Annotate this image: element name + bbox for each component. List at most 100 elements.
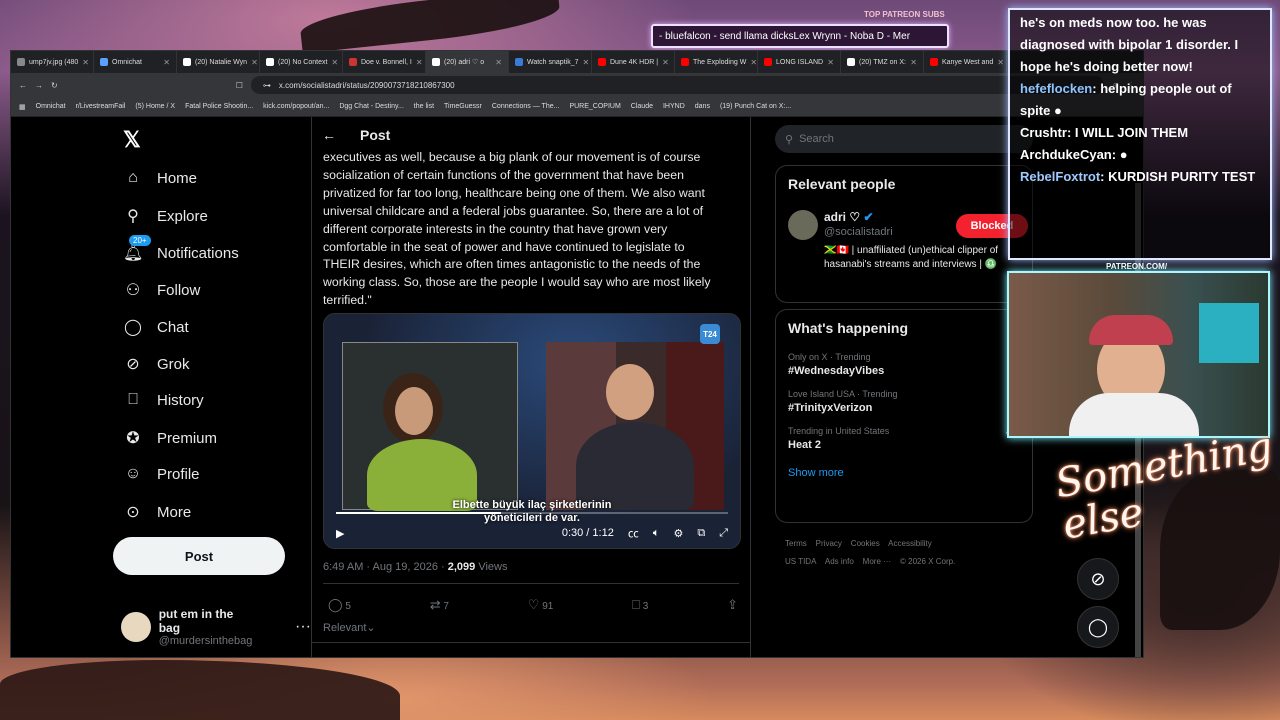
like-button[interactable]: ♡ 91 xyxy=(528,597,554,613)
browser-tab[interactable]: LONG ISLAND ✕ xyxy=(758,51,841,73)
nav-explore[interactable]: ⚲ Explore xyxy=(123,206,208,226)
nav-home[interactable]: ⌂ Home xyxy=(123,169,197,187)
bookmark-item[interactable]: Connections — The... xyxy=(492,103,560,110)
close-icon[interactable]: ✕ xyxy=(251,58,258,67)
pip-icon[interactable]: ⧉ xyxy=(697,527,705,540)
trend-item[interactable]: Only on X · Trending #WednesdayVibes xyxy=(776,346,1032,383)
footer-link[interactable]: US TIDA xyxy=(785,557,816,566)
bookmark-icon[interactable]: ☐ xyxy=(236,81,243,90)
trend-item[interactable]: Love Island USA · Trending #TrinityxVeriz… xyxy=(776,383,1032,420)
patreon-ticker: - bluefalcon - send llama dicksLex Wrynn… xyxy=(651,24,949,48)
back-arrow-icon[interactable]: ← xyxy=(322,127,336,143)
bookmark-item[interactable]: the list xyxy=(414,103,434,110)
post-button[interactable]: Post xyxy=(113,537,285,575)
trend-item[interactable]: Trending in United StatesHeat 2··· xyxy=(776,420,1032,457)
fullscreen-icon[interactable]: ⤢ xyxy=(719,527,728,540)
reload-icon[interactable]: ↻ xyxy=(51,81,58,90)
browser-tab[interactable]: Omnichat ✕ xyxy=(94,51,177,73)
views-count: 2,099 xyxy=(447,561,476,573)
browser-tab[interactable]: The Exploding W ✕ xyxy=(675,51,758,73)
footer-link[interactable]: Cookies xyxy=(851,539,880,548)
footer-link[interactable]: Terms xyxy=(785,539,807,548)
bookmark-item[interactable]: r/LivestreamFail xyxy=(76,103,126,110)
volume-icon[interactable]: 🔈︎ xyxy=(653,527,660,540)
footer-link[interactable]: Ads info xyxy=(825,557,854,566)
bookmark-item[interactable]: Dgg Chat - Destiny... xyxy=(339,103,403,110)
repost-button[interactable]: ⇄ 7 xyxy=(430,597,449,613)
chat-float-button[interactable]: ◯ xyxy=(1077,606,1119,648)
close-icon[interactable]: ✕ xyxy=(910,58,917,67)
close-icon[interactable]: ✕ xyxy=(827,58,834,67)
close-icon[interactable]: ✕ xyxy=(583,58,590,67)
bookmark-item[interactable]: kick.com/popout/an... xyxy=(263,103,329,110)
close-icon[interactable]: ✕ xyxy=(750,58,757,67)
bookmark-item[interactable]: IHYND xyxy=(663,103,685,110)
bookmark-item[interactable]: (19) Punch Cat on X:... xyxy=(720,103,791,110)
show-more-link[interactable]: Show more xyxy=(776,457,1032,489)
settings-icon[interactable]: ⚙ xyxy=(673,527,683,540)
play-icon[interactable]: ▶ xyxy=(336,527,344,540)
reply-count: 5 xyxy=(345,601,351,612)
more-dots-icon[interactable]: ··· xyxy=(295,618,311,636)
close-icon[interactable]: ✕ xyxy=(416,58,423,67)
x-logo-icon[interactable]: 𝕏 xyxy=(123,127,141,153)
nav-profile[interactable]: ☺ Profile xyxy=(123,465,200,483)
like-count: 91 xyxy=(542,601,554,612)
browser-tab[interactable]: ump7jv.jpg (480 ✕ xyxy=(11,51,94,73)
emote-icon: ● xyxy=(1119,147,1128,162)
avatar[interactable] xyxy=(788,210,818,240)
browser-tab[interactable]: (20) TMZ on X: ✕ xyxy=(841,51,924,73)
apps-icon[interactable]: ▦ xyxy=(19,103,26,111)
site-info-icon[interactable]: ⊶ xyxy=(263,81,271,90)
video-progress-track[interactable] xyxy=(336,512,728,514)
nav-chat[interactable]: ◯ Chat xyxy=(123,317,189,337)
bookmark-item[interactable]: TimeGuessr xyxy=(444,103,482,110)
nav-grok[interactable]: ⊘ Grok xyxy=(123,354,189,374)
footer-link[interactable]: More ··· xyxy=(863,557,891,566)
browser-tab[interactable]: Watch snaptik_7 ✕ xyxy=(509,51,592,73)
bookmark-item[interactable]: (5) Home / X xyxy=(135,103,175,110)
nav-notifications[interactable]: 🔔︎ 20+ Notifications xyxy=(123,235,239,263)
browser-tab[interactable]: (20) No Context ✕ xyxy=(260,51,343,73)
nav-history[interactable]: ⎕ History xyxy=(123,391,203,409)
back-icon[interactable]: ← xyxy=(19,81,27,90)
bookmark-item[interactable]: dans xyxy=(695,103,710,110)
person-name-row[interactable]: adri ♡ ✔ xyxy=(824,210,874,224)
account-switcher[interactable]: put em in the bag @murdersinthebag ··· xyxy=(121,607,311,647)
browser-tab[interactable]: (20) Natalie Wyn ✕ xyxy=(177,51,260,73)
grok-float-button[interactable]: ⊘ xyxy=(1077,558,1119,600)
nav-more[interactable]: ⊙ More xyxy=(123,502,191,522)
close-icon[interactable]: ✕ xyxy=(331,58,338,67)
bookmark-item[interactable]: Fatal Police Shootin... xyxy=(185,103,253,110)
bookmark-item[interactable]: Omnichat xyxy=(36,103,66,110)
reply-sort[interactable]: Relevant⌄ xyxy=(323,621,376,634)
browser-tab[interactable]: Dune 4K HDR | ✕ xyxy=(592,51,675,73)
close-icon[interactable]: ✕ xyxy=(662,58,669,67)
search-input[interactable]: ⚲ Search xyxy=(775,125,1033,153)
footer-link[interactable]: Accessibility xyxy=(888,539,932,548)
close-icon[interactable]: ✕ xyxy=(163,58,170,67)
reply-button[interactable]: ◯ 5 xyxy=(328,597,351,613)
video-player[interactable]: T24 Elbette büyük ilaç şirketlerinin yön… xyxy=(323,313,741,549)
share-button[interactable]: ⇪ xyxy=(727,597,738,613)
bookmark-item[interactable]: Claude xyxy=(631,103,653,110)
bookmark-button[interactable]: ⎕ 3 xyxy=(632,597,648,613)
close-icon[interactable]: ✕ xyxy=(997,58,1004,67)
person-icon: ☺ xyxy=(124,465,142,482)
close-icon[interactable]: ✕ xyxy=(82,58,89,67)
footer-link[interactable]: Privacy xyxy=(816,539,842,548)
bookmark-item[interactable]: PURE_COPIUM xyxy=(569,103,620,110)
bookmark-label: kick.com/popout/an... xyxy=(263,103,330,110)
browser-tab-active[interactable]: (20) adri ♡ o ✕ xyxy=(426,51,509,73)
nav-follow[interactable]: ⚇ Follow xyxy=(123,280,201,300)
post-timestamp[interactable]: 6:49 AM · Aug 19, 2026 · xyxy=(323,561,448,573)
browser-tab[interactable]: Doe v. Bonnell, I ✕ xyxy=(343,51,426,73)
forward-icon[interactable]: → xyxy=(35,81,43,90)
captions-icon[interactable]: ㏄ xyxy=(628,525,639,541)
whats-happening-box: What's happening Only on X · Trending #We… xyxy=(775,309,1033,523)
close-icon[interactable]: ✕ xyxy=(495,58,502,67)
url-field[interactable]: ⊶ x.com/socialistadri/status/209007371821… xyxy=(250,76,1105,94)
nav-premium[interactable]: ✪ Premium xyxy=(123,428,217,448)
browser-tab[interactable]: Kanye West and ✕ xyxy=(924,51,1007,73)
person-face xyxy=(606,364,654,420)
